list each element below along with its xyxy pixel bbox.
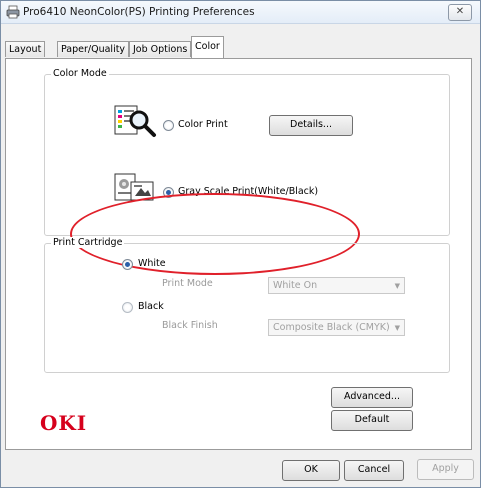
- dialog-body: Layout Paper/Quality Job Options Color C…: [1, 24, 480, 487]
- printer-icon: [6, 5, 20, 19]
- tab-job-options[interactable]: Job Options: [129, 41, 192, 57]
- close-icon: ✕: [455, 6, 465, 17]
- tab-paper-quality[interactable]: Paper/Quality: [57, 41, 130, 57]
- black-finish-label: Black Finish: [162, 320, 218, 331]
- title-bar: Pro6410 NeonColor(PS) Printing Preferenc…: [1, 1, 480, 24]
- color-mode-group-label: Color Mode: [51, 68, 109, 79]
- details-button[interactable]: Details...: [269, 115, 353, 136]
- ok-button[interactable]: OK: [282, 460, 340, 481]
- oki-logo: OKI: [40, 411, 88, 435]
- window-title: Pro6410 NeonColor(PS) Printing Preferenc…: [23, 6, 255, 18]
- cancel-button[interactable]: Cancel: [344, 460, 404, 481]
- black-radio[interactable]: [122, 302, 133, 313]
- close-button[interactable]: ✕: [448, 4, 472, 21]
- tab-color[interactable]: Color: [191, 36, 224, 58]
- print-mode-value: White On: [273, 280, 318, 291]
- print-mode-select[interactable]: White On ▼: [268, 277, 405, 294]
- white-label[interactable]: White: [138, 258, 166, 269]
- black-finish-select[interactable]: Composite Black (CMYK) ▼: [268, 319, 405, 336]
- advanced-button[interactable]: Advanced...: [331, 387, 413, 408]
- white-radio[interactable]: [122, 259, 133, 270]
- color-tab-panel: Color Mode Color Print Details... Gray S…: [5, 58, 472, 450]
- print-mode-label: Print Mode: [162, 278, 213, 289]
- color-document-magnifier-icon: [114, 105, 156, 137]
- color-print-radio[interactable]: [163, 120, 174, 131]
- chevron-down-icon: ▼: [394, 324, 400, 332]
- tab-layout[interactable]: Layout: [5, 41, 46, 57]
- chevron-down-icon: ▼: [394, 282, 400, 290]
- print-cartridge-group-label: Print Cartridge: [51, 237, 125, 248]
- black-finish-value: Composite Black (CMYK): [273, 322, 390, 333]
- print-cartridge-group: Print Cartridge: [44, 237, 450, 373]
- apply-button[interactable]: Apply: [417, 459, 474, 480]
- black-label[interactable]: Black: [138, 301, 164, 312]
- color-print-label[interactable]: Color Print: [178, 119, 228, 130]
- default-button[interactable]: Default: [331, 410, 413, 431]
- printing-preferences-dialog: Pro6410 NeonColor(PS) Printing Preferenc…: [0, 0, 481, 488]
